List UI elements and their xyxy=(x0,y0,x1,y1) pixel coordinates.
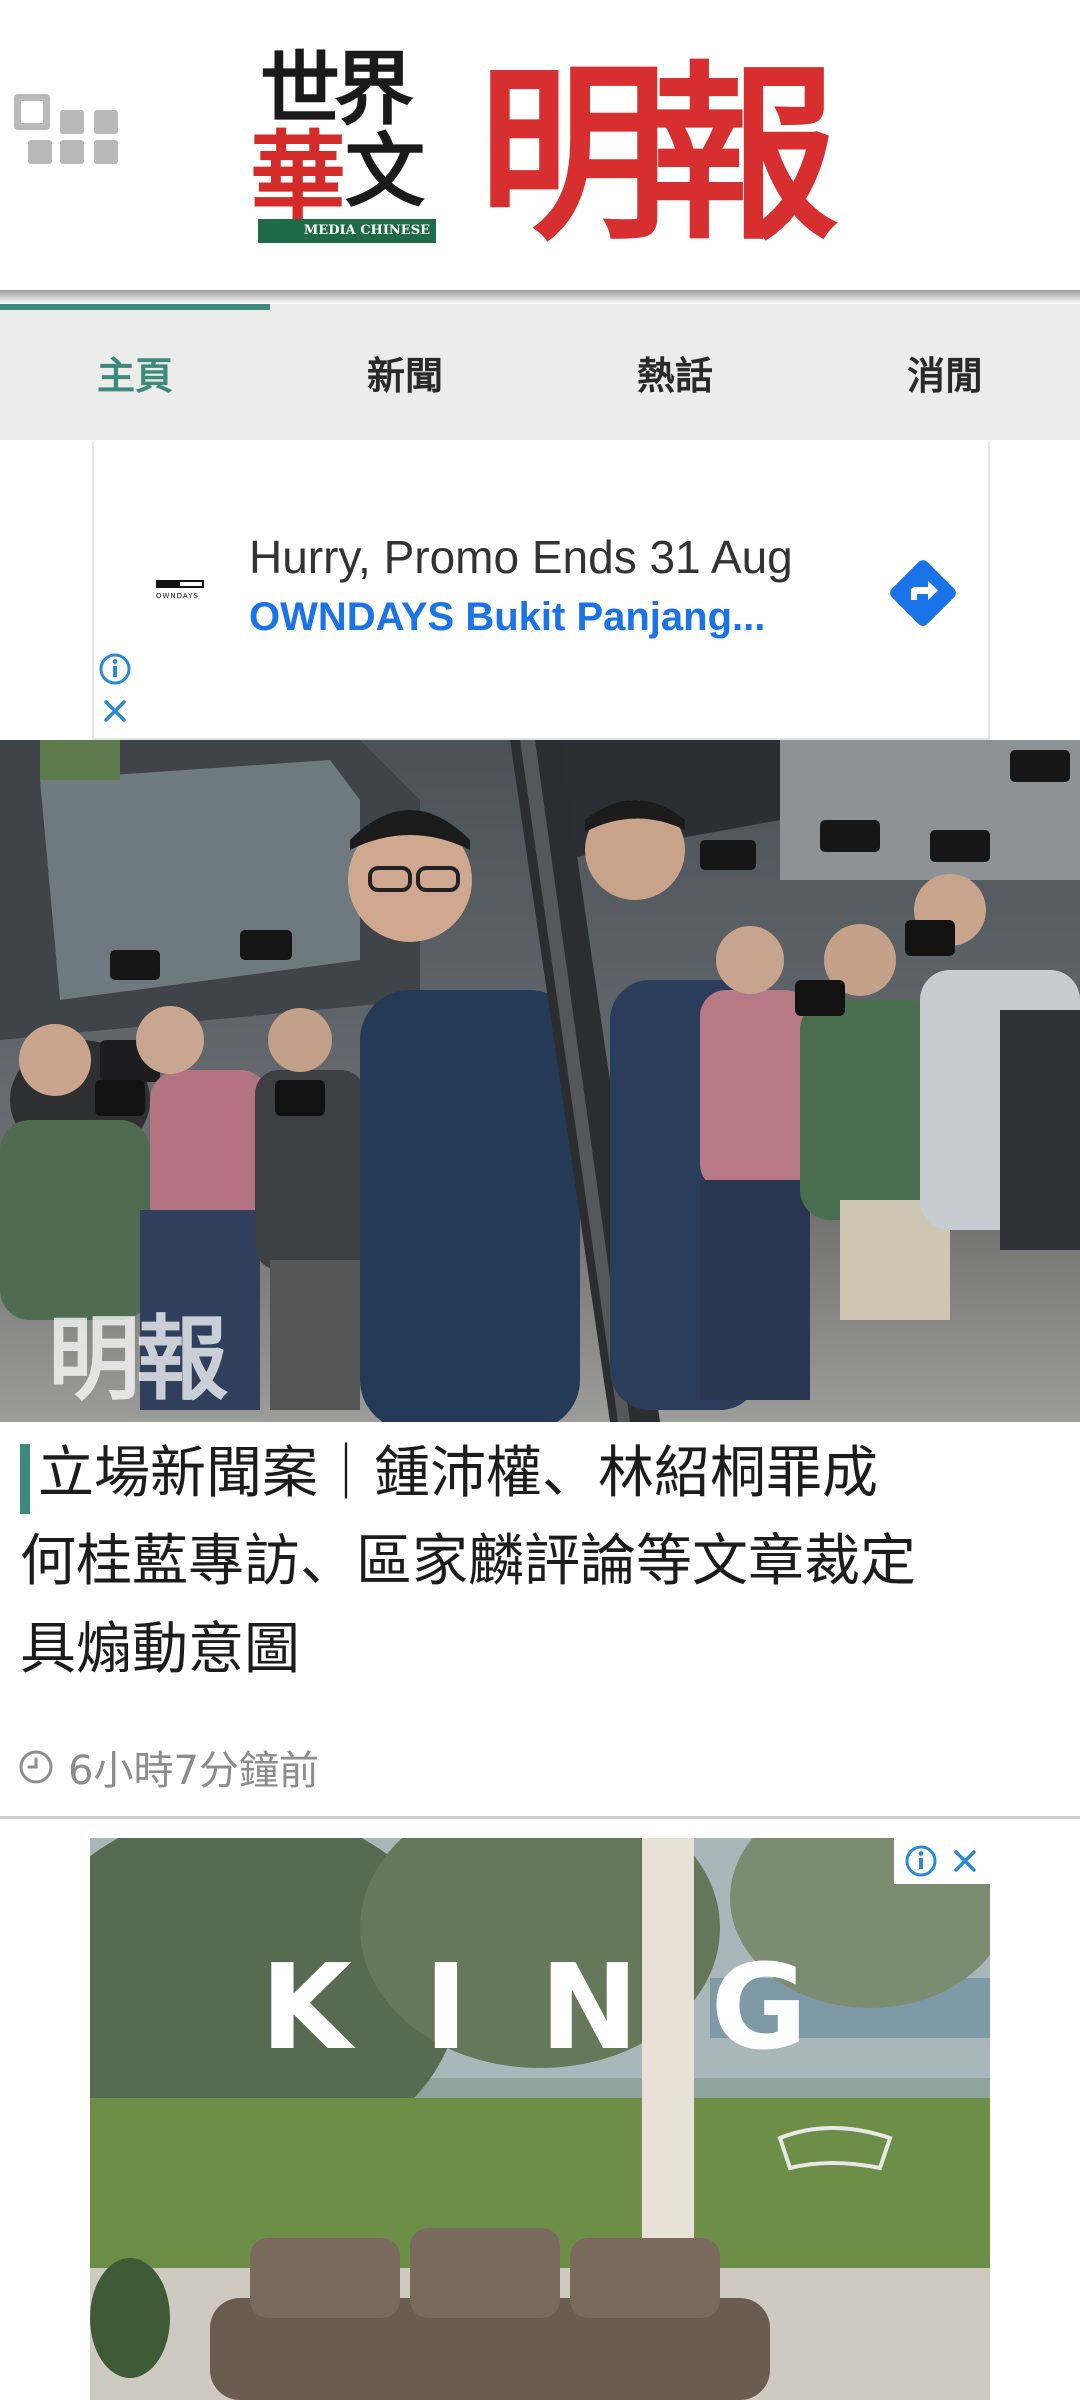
title-line-2: 何桂藍專訪、區家麟評論等文章裁定 xyxy=(20,1529,916,1594)
ad-background-image xyxy=(90,1838,990,2400)
tab-hot-topics[interactable]: 熱話 xyxy=(540,304,810,440)
ad-banner[interactable]: OWNDAYS Hurry, Promo Ends 31 Aug OWNDAYS… xyxy=(92,442,990,740)
title-line-3: 具煽動意圖 xyxy=(20,1617,300,1682)
title-line-1: 立場新聞案｜鍾沛權、林紹桐罪成 xyxy=(38,1441,878,1506)
article-meta: 6小時7分鐘前 xyxy=(18,1742,319,1794)
grid-menu-icon[interactable] xyxy=(14,94,124,170)
ad-subline[interactable]: OWNDAYS Bukit Panjang... xyxy=(249,595,765,640)
logo-wen-text: 文 xyxy=(345,124,425,218)
ad-headline[interactable]: Hurry, Promo Ends 31 Aug xyxy=(249,530,793,584)
photo-watermark: 明報 xyxy=(48,1305,228,1413)
page: 世界 華 文 MEDIA CHINESE 明報 主頁 新聞 熱話 消閒 OWND… xyxy=(0,0,1080,2400)
tab-home[interactable]: 主頁 xyxy=(0,304,270,440)
tab-news[interactable]: 新聞 xyxy=(270,304,540,440)
close-icon[interactable] xyxy=(100,696,130,726)
owndays-logo: OWNDAYS xyxy=(156,574,206,604)
ad-choices xyxy=(894,1838,990,1884)
ad-brand-text: OWNDAYS xyxy=(156,592,199,600)
publish-time: 6小時7分鐘前 xyxy=(68,1748,319,1794)
section-tabs: 主頁 新聞 熱話 消閒 xyxy=(0,304,1080,440)
logo-hua-text: 華 xyxy=(250,120,346,233)
article-title[interactable]: 立場新聞案｜鍾沛權、林紹桐罪成 何桂藍專訪、區家麟評論等文章裁定 具煽動意圖 xyxy=(20,1430,1060,1694)
hero-photo[interactable]: 明報 xyxy=(0,740,1080,1422)
king-ad[interactable]: KING xyxy=(90,1838,990,2400)
directions-arrow-icon[interactable] xyxy=(884,554,962,632)
article-headline[interactable]: 立場新聞案｜鍾沛權、林紹桐罪成 何桂藍專訪、區家麟評論等文章裁定 具煽動意圖 xyxy=(0,1430,1080,1690)
mingpao-logo[interactable]: 明報 xyxy=(478,40,838,270)
site-header: 世界 華 文 MEDIA CHINESE 明報 xyxy=(0,0,1080,300)
header-shadow xyxy=(0,290,1080,304)
section-divider xyxy=(0,1816,1080,1819)
logo-media-chinese-bar: MEDIA CHINESE xyxy=(258,219,436,243)
close-icon[interactable] xyxy=(950,1846,980,1876)
ad-brand-king: KING xyxy=(260,1938,880,2076)
tab-leisure[interactable]: 消閒 xyxy=(810,304,1080,440)
clock-icon xyxy=(19,1750,53,1784)
info-icon[interactable] xyxy=(98,652,132,686)
info-icon[interactable] xyxy=(904,1844,938,1878)
media-chinese-logo[interactable]: 世界 華 文 MEDIA CHINESE xyxy=(250,44,440,279)
